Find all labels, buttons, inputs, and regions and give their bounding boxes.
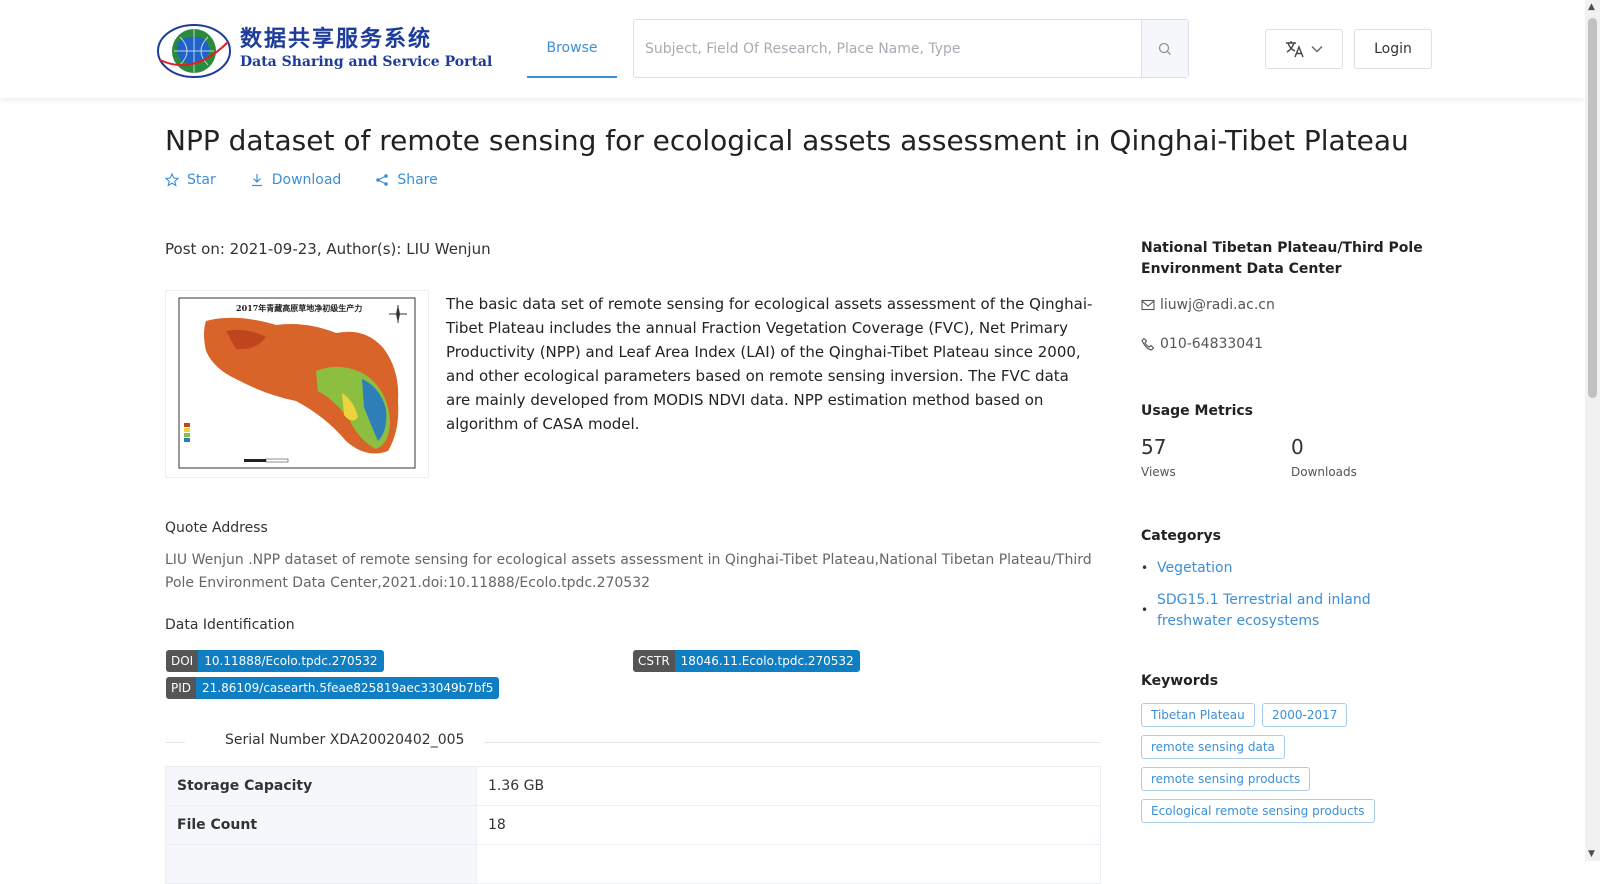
list-item: • Vegetation: [1141, 558, 1441, 579]
star-label: Star: [187, 172, 216, 188]
top-header: 数据共享服务系统 Data Sharing and Service Portal…: [0, 0, 1585, 98]
star-button[interactable]: Star: [165, 172, 216, 188]
bullet-icon: •: [1141, 603, 1149, 617]
doi-tag[interactable]: DOI 10.11888/Ecolo.tpdc.270532: [166, 650, 384, 672]
info-label: [165, 844, 477, 884]
pid-tag[interactable]: PID 21.86109/casearth.5feae825819aec3304…: [166, 677, 500, 699]
cstr-tag-key: CSTR: [633, 650, 675, 672]
scroll-down-arrow-icon[interactable]: ▼: [1588, 849, 1595, 859]
share-label: Share: [397, 172, 438, 188]
info-label: File Count: [165, 805, 477, 845]
post-meta: Post on: 2021-09-23, Author(s): LIU Wenj…: [165, 240, 491, 258]
npp-map-image: 2017年青藏高原草地净初级生产力: [178, 297, 416, 469]
serial-number-divider: Serial Number XDA20020402_005: [165, 732, 1101, 752]
data-center-name: National Tibetan Plateau/Third Pole Envi…: [1141, 240, 1423, 277]
chevron-down-icon: [1311, 46, 1323, 53]
scroll-up-arrow-icon[interactable]: ▲: [1588, 2, 1595, 12]
download-label: Download: [271, 172, 342, 188]
dataset-thumbnail[interactable]: 2017年青藏高原草地净初级生产力: [165, 290, 429, 478]
globe-logo-icon: [157, 24, 231, 78]
share-icon: [376, 174, 389, 186]
doi-tag-key: DOI: [166, 650, 199, 672]
phone-icon: [1141, 337, 1155, 351]
info-value: 18: [476, 805, 1101, 845]
info-label: Storage Capacity: [165, 766, 477, 806]
search-icon: [1158, 42, 1171, 55]
pid-tag-key: PID: [166, 677, 197, 699]
list-item: • SDG15.1 Terrestrial and inland freshwa…: [1141, 590, 1441, 632]
divider-line-right: [465, 742, 1101, 743]
doi-tag-value: 10.11888/Ecolo.tpdc.270532: [198, 650, 384, 672]
divider-line-left: [165, 742, 185, 743]
keyword-tag[interactable]: remote sensing products: [1141, 767, 1311, 791]
data-identification-label: Data Identification: [165, 617, 295, 633]
info-value: 1.36 GB: [476, 766, 1101, 806]
share-button[interactable]: Share: [375, 172, 438, 188]
page-scrollbar[interactable]: ▲ ▼: [1585, 0, 1600, 861]
category-link-vegetation[interactable]: Vegetation: [1157, 558, 1233, 579]
mail-icon: [1141, 299, 1155, 311]
email-text: liuwj@radi.ac.cn: [1160, 297, 1275, 313]
search-button[interactable]: [1141, 20, 1188, 77]
downloads-count: 0: [1291, 435, 1304, 459]
dataset-title: NPP dataset of remote sensing for ecolog…: [165, 124, 1409, 157]
table-row: Storage Capacity 1.36 GB: [165, 766, 1101, 806]
thumbnail-title: 2017年青藏高原草地净初级生产力: [236, 303, 362, 313]
translate-icon: [1286, 41, 1304, 58]
dataset-info-table: Storage Capacity 1.36 GB File Count 18: [165, 766, 1101, 884]
nav-tab-browse[interactable]: Browse: [527, 20, 617, 78]
cstr-tag-value: 18046.11.Ecolo.tpdc.270532: [674, 650, 860, 672]
table-row: [165, 844, 1101, 884]
phone-text: 010-64833041: [1160, 336, 1264, 352]
dataset-actions: Star Download Share: [165, 172, 438, 188]
search-box: [633, 19, 1189, 78]
category-link-sdg15-1[interactable]: SDG15.1 Terrestrial and inland freshwate…: [1157, 590, 1441, 632]
table-row: File Count 18: [165, 805, 1101, 845]
download-button[interactable]: Download: [250, 172, 342, 188]
pid-tag-value: 21.86109/casearth.5feae825819aec33049b7b…: [196, 677, 500, 699]
search-input[interactable]: [634, 20, 1144, 77]
categories-title: Categorys: [1141, 528, 1221, 544]
quote-address-text: LIU Wenjun .NPP dataset of remote sensin…: [165, 552, 1092, 591]
dataset-abstract: The basic data set of remote sensing for…: [446, 295, 1093, 433]
logo-english-text: Data Sharing and Service Portal: [240, 54, 493, 70]
site-logo[interactable]: 数据共享服务系统 Data Sharing and Service Portal: [154, 20, 492, 80]
serial-number: Serial Number XDA20020402_005: [205, 732, 485, 748]
info-value: [476, 844, 1101, 884]
star-icon: [165, 173, 179, 187]
views-count: 57: [1141, 435, 1167, 459]
keyword-tag[interactable]: Tibetan Plateau: [1141, 703, 1255, 727]
bullet-icon: •: [1141, 561, 1149, 575]
logo-chinese-text: 数据共享服务系统: [240, 27, 433, 52]
keyword-tag[interactable]: remote sensing data: [1141, 735, 1285, 759]
downloads-label: Downloads: [1291, 465, 1357, 479]
keyword-tag[interactable]: Ecological remote sensing products: [1141, 799, 1375, 823]
contact-phone: 010-64833041: [1141, 336, 1263, 352]
login-button[interactable]: Login: [1354, 29, 1432, 69]
views-label: Views: [1141, 465, 1176, 479]
cstr-tag[interactable]: CSTR 18046.11.Ecolo.tpdc.270532: [633, 650, 860, 672]
quote-address-label: Quote Address: [165, 520, 268, 536]
scroll-thumb[interactable]: [1588, 18, 1597, 398]
download-icon: [251, 174, 262, 187]
contact-email: liuwj@radi.ac.cn: [1141, 297, 1275, 313]
keyword-tag[interactable]: 2000-2017: [1262, 703, 1348, 727]
keywords-title: Keywords: [1141, 673, 1219, 689]
language-switch-button[interactable]: [1265, 29, 1343, 69]
usage-metrics-title: Usage Metrics: [1141, 403, 1253, 419]
